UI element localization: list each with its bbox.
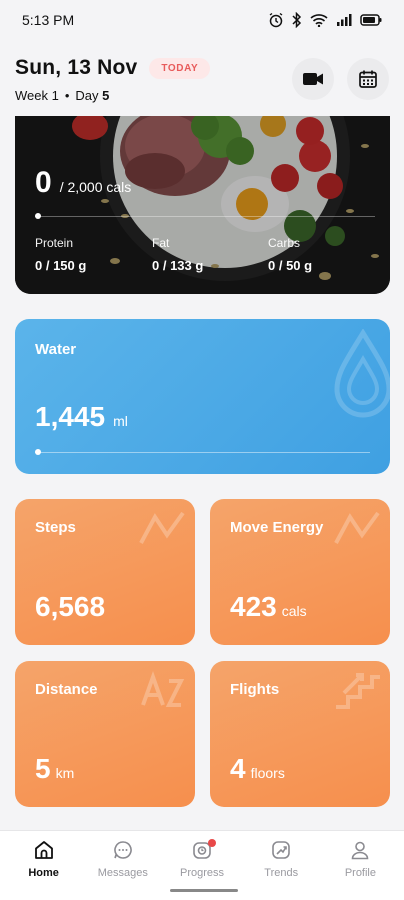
bluetooth-icon (292, 12, 302, 28)
flights-label: Flights (230, 681, 280, 698)
water-drop-icon (334, 329, 390, 418)
move-energy-card[interactable]: Move Energy 423 cals (210, 499, 390, 645)
week-day-separator: • (64, 88, 70, 103)
macro-value: 0 / 50 g (268, 258, 313, 273)
status-icons (268, 12, 382, 28)
video-button[interactable] (292, 58, 334, 100)
steps-card[interactable]: Steps 6,568 (15, 499, 195, 645)
macro-protein: Protein 0 / 150 g (35, 236, 86, 273)
messages-icon (114, 841, 132, 859)
calories-value: 0 (35, 166, 52, 199)
stairs-decor-icon (336, 673, 380, 709)
alarm-icon (269, 12, 283, 28)
macro-fat: Fat 0 / 133 g (152, 236, 203, 273)
distance-label: Distance (35, 681, 98, 698)
page-title: Sun, 13 Nov (15, 56, 138, 79)
move-energy-value: 423 (230, 591, 277, 622)
steps-label: Steps (35, 519, 76, 536)
home-indicator (170, 889, 238, 892)
steps-value: 6,568 (35, 591, 106, 622)
day-label: Day 5 (75, 88, 110, 103)
calories-summary: 0 / 2,000 cals (35, 166, 131, 200)
macro-label: Fat (152, 236, 170, 250)
macro-label: Carbs (268, 236, 301, 250)
home-icon (34, 841, 53, 859)
water-label: Water (35, 341, 77, 358)
nutrition-card[interactable]: 0 / 2,000 cals Protein 0 / 150 g Fat 0 /… (15, 116, 390, 294)
nav-label: Profile (344, 867, 376, 879)
macro-value: 0 / 133 g (152, 258, 204, 273)
day-header: Sun, 13 Nov TODAY Week 1 • Day 5 (0, 40, 404, 116)
nav-item-home[interactable]: Home (4, 839, 83, 900)
energy-decor-icon (334, 511, 380, 544)
nav-label: Progress (179, 867, 225, 879)
nav-item-trends[interactable]: Trends (242, 839, 321, 900)
distance-decor-icon (141, 671, 185, 707)
move-energy-unit: cals (281, 603, 307, 619)
macro-value: 0 / 150 g (35, 258, 87, 273)
trends-icon (272, 841, 291, 859)
today-badge[interactable]: TODAY (149, 57, 211, 79)
status-time: 5:13 PM (22, 12, 75, 28)
nav-label: Trends (264, 867, 299, 879)
week-day-label: Week 1 • Day 5 (15, 88, 109, 103)
flights-card[interactable]: Flights 4 floors (210, 661, 390, 807)
calories-goal: / 2,000 cals (59, 179, 132, 195)
wifi-icon (310, 14, 328, 27)
macro-label: Protein (35, 236, 74, 250)
video-icon (303, 73, 323, 85)
water-unit: ml (113, 413, 128, 429)
calendar-icon (359, 70, 377, 88)
distance-card[interactable]: Distance 5 km (15, 661, 195, 807)
steps-decor-icon (139, 511, 185, 544)
water-progress-dot (35, 449, 41, 455)
water-progress-bar (35, 452, 370, 453)
progress-notification-badge (208, 839, 217, 847)
nav-item-profile[interactable]: Profile (321, 839, 400, 900)
macro-carbs: Carbs 0 / 50 g (268, 236, 312, 273)
distance-value: 5 (35, 753, 51, 784)
water-value: 1,445 (35, 401, 106, 432)
water-card[interactable]: Water 1,445 ml (15, 319, 390, 474)
flights-unit: floors (250, 765, 285, 781)
nav-label: Messages (97, 867, 148, 879)
water-amount: 1,445 ml (35, 401, 128, 433)
calories-progress-bar (35, 216, 375, 217)
nav-label: Home (28, 867, 59, 879)
signal-icon (337, 14, 352, 26)
distance-unit: km (55, 765, 75, 781)
calories-progress-dot (35, 213, 41, 219)
move-energy-label: Move Energy (230, 519, 324, 536)
nav-item-messages[interactable]: Messages (83, 839, 162, 900)
flights-value: 4 (230, 753, 246, 784)
profile-icon (352, 841, 369, 860)
status-bar: 5:13 PM (0, 0, 404, 40)
battery-icon (360, 14, 382, 26)
week-label: Week 1 (15, 88, 59, 103)
calendar-button[interactable] (347, 58, 389, 100)
